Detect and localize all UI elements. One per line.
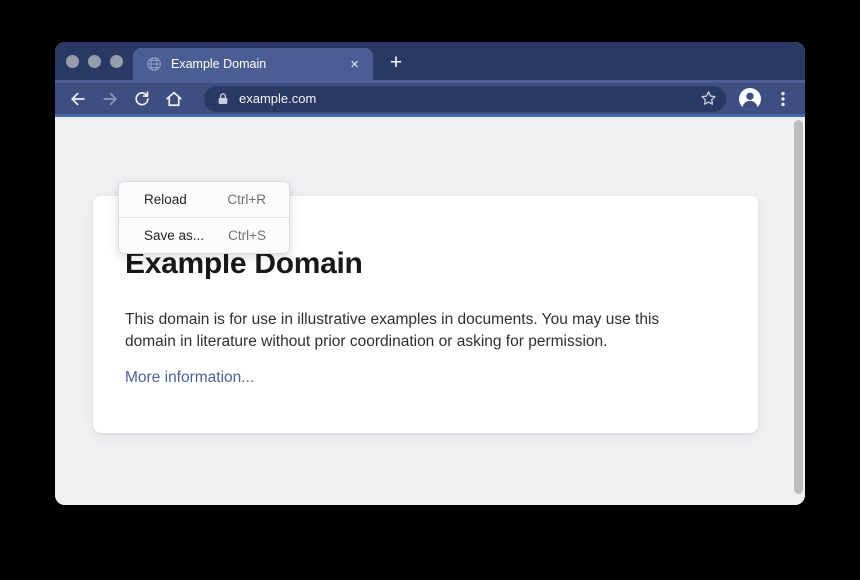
url-text: example.com [239,91,699,106]
back-button[interactable] [66,87,90,111]
more-information-link[interactable]: More information... [125,367,254,389]
menu-item-shortcut: Ctrl+S [228,228,266,243]
context-menu: Reload Ctrl+R Save as... Ctrl+S [118,181,290,254]
tab-close-icon[interactable]: × [346,55,363,74]
paragraph-line: This domain is for use in illustrative e… [125,309,726,331]
vertical-scrollbar[interactable] [794,120,803,494]
page-paragraph: This domain is for use in illustrative e… [125,309,726,353]
profile-avatar-icon[interactable] [738,87,762,111]
menu-kebab-icon[interactable] [771,87,795,111]
browser-window: Example Domain × + example.com [55,42,805,505]
tab-title: Example Domain [171,57,346,71]
browser-toolbar: example.com [55,80,805,117]
context-menu-item-reload[interactable]: Reload Ctrl+R [119,182,289,217]
new-tab-button[interactable]: + [382,50,410,74]
tab-example-domain[interactable]: Example Domain × [133,48,373,80]
forward-button[interactable] [98,87,122,111]
paragraph-line: domain in literature without prior coord… [125,331,726,353]
globe-favicon-icon [146,56,162,72]
tab-strip: Example Domain × + [55,42,805,80]
page-viewport: Example Domain This domain is for use in… [55,117,805,505]
window-close-button[interactable] [66,55,79,68]
context-menu-item-save-as[interactable]: Save as... Ctrl+S [119,217,289,253]
address-bar[interactable]: example.com [204,86,726,112]
menu-item-label: Save as... [144,228,204,243]
home-button[interactable] [162,87,186,111]
bookmark-star-icon[interactable] [699,89,718,108]
menu-item-label: Reload [144,192,187,207]
menu-item-shortcut: Ctrl+R [227,192,266,207]
window-controls [66,55,123,68]
reload-button[interactable] [130,87,154,111]
lock-icon[interactable] [216,92,230,106]
window-minimize-button[interactable] [88,55,101,68]
window-zoom-button[interactable] [110,55,123,68]
